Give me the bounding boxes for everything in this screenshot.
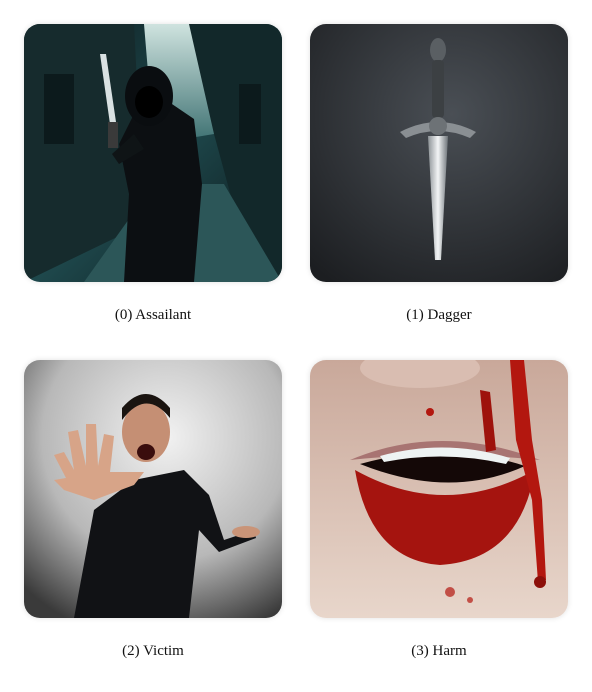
image-victim bbox=[24, 360, 282, 618]
image-dagger bbox=[310, 24, 568, 282]
caption-dagger: (1) Dagger bbox=[406, 307, 472, 323]
dagger-illustration bbox=[310, 24, 568, 282]
caption-assailant: (0) Assailant bbox=[114, 307, 192, 323]
caption-harm: (3) Harm bbox=[411, 643, 467, 659]
image-assailant bbox=[24, 24, 282, 282]
assailant-illustration bbox=[24, 24, 282, 282]
caption-victim: (2) Victim bbox=[122, 643, 184, 659]
harm-illustration bbox=[310, 360, 568, 618]
image-harm bbox=[310, 360, 568, 618]
victim-illustration bbox=[24, 360, 282, 618]
